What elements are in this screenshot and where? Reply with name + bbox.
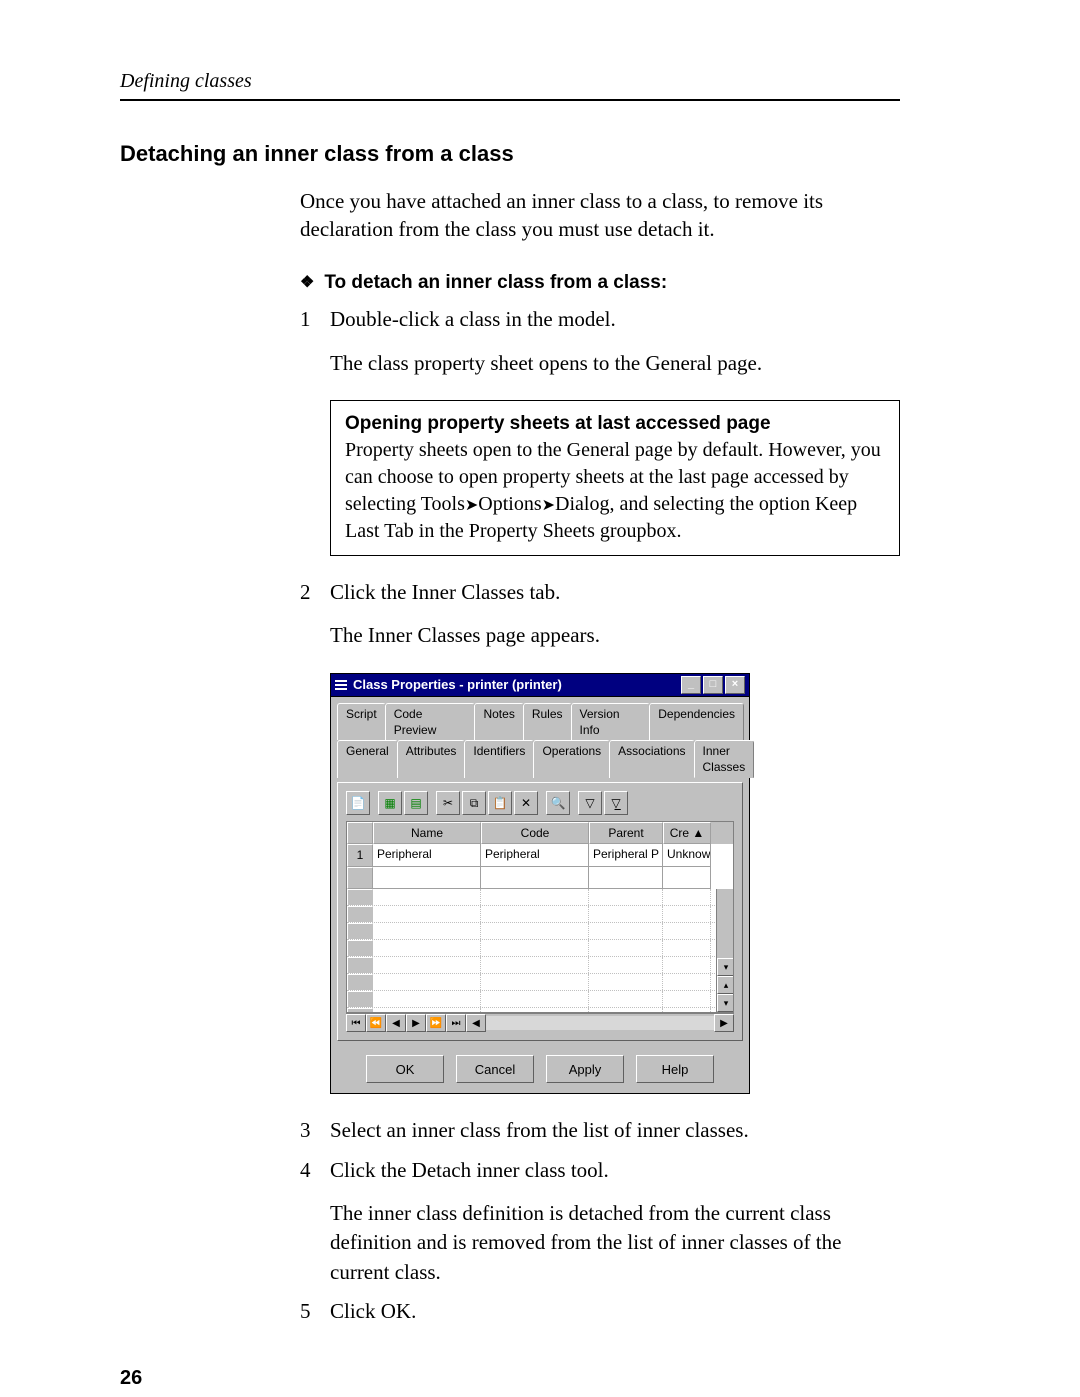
last-record-icon[interactable]: ⏭ xyxy=(446,1014,466,1032)
minimize-button[interactable]: _ xyxy=(681,676,701,694)
step-number: 3 xyxy=(300,1116,330,1145)
step-follow: The Inner Classes page appears. xyxy=(330,621,900,650)
vertical-scrollbar[interactable]: ▾ ▴ ▾ xyxy=(716,889,733,1012)
grid-empty-area: ▾ ▴ ▾ xyxy=(347,889,733,1012)
cancel-button[interactable]: Cancel xyxy=(456,1055,534,1083)
paste-icon[interactable]: 📋 xyxy=(488,791,512,815)
tab-code-preview[interactable]: Code Preview xyxy=(385,703,476,740)
tab-script[interactable]: Script xyxy=(337,703,386,740)
scroll-down-page-icon[interactable]: ▾ xyxy=(717,994,733,1012)
copy-icon[interactable]: ⧉ xyxy=(462,791,486,815)
step-number: 1 xyxy=(300,305,330,334)
column-header-code[interactable]: Code xyxy=(481,822,589,844)
step-text: Double-click a class in the model. xyxy=(330,305,900,334)
step-follow: The class property sheet opens to the Ge… xyxy=(330,349,900,378)
find-icon[interactable]: 🔍 xyxy=(546,791,570,815)
cell-name[interactable]: peripheral tester xyxy=(373,867,481,889)
tab-attributes[interactable]: Attributes xyxy=(397,740,466,778)
close-button[interactable]: × xyxy=(725,676,745,694)
inner-classes-grid[interactable]: Name Code Parent Cre ▲ 1 Peripheral Peri… xyxy=(346,821,734,1013)
note-box: Opening property sheets at last accessed… xyxy=(330,400,900,556)
class-properties-dialog: Class Properties - printer (printer) _ □… xyxy=(330,673,750,1095)
step-follow: The inner class definition is detached f… xyxy=(330,1199,900,1287)
inner-classes-toolbar: 📄 ▦ ▤ ✂ ⧉ 📋 ✕ 🔍 ▽ ▽̲ xyxy=(346,791,734,815)
tab-notes[interactable]: Notes xyxy=(474,703,523,740)
step-text: Click the Inner Classes tab. xyxy=(330,578,900,607)
prev-record-icon[interactable]: ◀ xyxy=(386,1014,406,1032)
section-title: Detaching an inner class from a class xyxy=(120,141,900,167)
step-text: Select an inner class from the list of i… xyxy=(330,1116,900,1145)
note-body-mid1: Options xyxy=(478,493,541,515)
grid-nav-bar: ⏮ ⏪ ◀ ▶ ⏩ ⏭ ◀ ▶ xyxy=(346,1013,734,1032)
properties-icon[interactable]: 📄 xyxy=(346,791,370,815)
column-header-parent[interactable]: Parent xyxy=(589,822,663,844)
detach-inner-class-icon[interactable]: ▽̲ xyxy=(604,791,628,815)
cell-parent[interactable]: Peripheral P xyxy=(589,844,663,866)
cell-code[interactable]: peripheral_tester xyxy=(481,867,589,889)
tab-operations[interactable]: Operations xyxy=(533,740,610,778)
help-button[interactable]: Help xyxy=(636,1055,714,1083)
tab-associations[interactable]: Associations xyxy=(609,740,694,778)
cell-cre[interactable]: Unknow xyxy=(663,867,711,889)
hscroll-left-icon[interactable]: ◀ xyxy=(466,1014,486,1032)
tab-version-info[interactable]: Version Info xyxy=(571,703,651,740)
cut-icon[interactable]: ✂ xyxy=(436,791,460,815)
next-record-icon[interactable]: ▶ xyxy=(406,1014,426,1032)
step-text: Click the Detach inner class tool. xyxy=(330,1156,900,1185)
cell-code[interactable]: Peripheral xyxy=(481,844,589,866)
row-index: 1 xyxy=(347,844,373,866)
step-number: 5 xyxy=(300,1297,330,1326)
dialog-titlebar: Class Properties - printer (printer) _ □… xyxy=(330,673,750,696)
intro-paragraph: Once you have attached an inner class to… xyxy=(300,187,900,244)
maximize-button[interactable]: □ xyxy=(703,676,723,694)
add-row-icon[interactable]: ▦ xyxy=(378,791,402,815)
apply-button[interactable]: Apply xyxy=(546,1055,624,1083)
tab-strip: Script Code Preview Notes Rules Version … xyxy=(337,703,743,779)
step-text: Click OK. xyxy=(330,1297,900,1326)
column-header-name[interactable]: Name xyxy=(373,822,481,844)
tab-general[interactable]: General xyxy=(337,740,398,778)
note-title: Opening property sheets at last accessed… xyxy=(345,411,885,437)
window-menu-icon[interactable] xyxy=(335,680,347,690)
procedure-title-text: To detach an inner class from a class: xyxy=(324,270,667,296)
row-index: 2 xyxy=(347,867,373,889)
tab-dependencies[interactable]: Dependencies xyxy=(649,703,744,740)
cell-name[interactable]: Peripheral xyxy=(373,844,481,866)
tab-identifiers[interactable]: Identifiers xyxy=(464,740,534,778)
step-number: 4 xyxy=(300,1156,330,1185)
first-record-icon[interactable]: ⏮ xyxy=(346,1014,366,1032)
procedure-heading: ❖ To detach an inner class from a class: xyxy=(300,270,900,296)
scroll-up-page-icon[interactable]: ▴ xyxy=(717,976,733,994)
page-number: 26 xyxy=(120,1367,900,1390)
step-number: 2 xyxy=(300,578,330,607)
insert-row-icon[interactable]: ▤ xyxy=(404,791,428,815)
diamond-bullet-icon: ❖ xyxy=(300,272,314,294)
scroll-down-small-icon[interactable]: ▾ xyxy=(717,958,733,976)
dialog-title: Class Properties - printer (printer) xyxy=(353,676,681,694)
cell-cre[interactable]: Unknow xyxy=(663,844,711,866)
delete-icon[interactable]: ✕ xyxy=(514,791,538,815)
ok-button[interactable]: OK xyxy=(366,1055,444,1083)
running-head: Defining classes xyxy=(120,70,900,101)
table-row[interactable]: 1 Peripheral Peripheral Peripheral P Unk… xyxy=(347,844,733,866)
next-page-icon[interactable]: ⏩ xyxy=(426,1014,446,1032)
grid-corner xyxy=(347,822,373,844)
tab-rules[interactable]: Rules xyxy=(523,703,572,740)
tab-inner-classes[interactable]: Inner Classes xyxy=(694,740,755,778)
prev-page-icon[interactable]: ⏪ xyxy=(366,1014,386,1032)
attach-inner-class-icon[interactable]: ▽ xyxy=(578,791,602,815)
menu-arrow-icon: ➤ xyxy=(465,497,478,514)
column-header-cre[interactable]: Cre ▲ xyxy=(663,822,711,844)
cell-parent[interactable]: Peripheral P xyxy=(589,867,663,889)
inner-classes-panel: 📄 ▦ ▤ ✂ ⧉ 📋 ✕ 🔍 ▽ ▽̲ xyxy=(337,782,743,1041)
table-row[interactable]: 2 peripheral tester peripheral_tester Pe… xyxy=(347,867,733,889)
horizontal-scrollbar[interactable] xyxy=(486,1016,714,1030)
hscroll-right-icon[interactable]: ▶ xyxy=(714,1014,734,1032)
menu-arrow-icon: ➤ xyxy=(542,497,555,514)
